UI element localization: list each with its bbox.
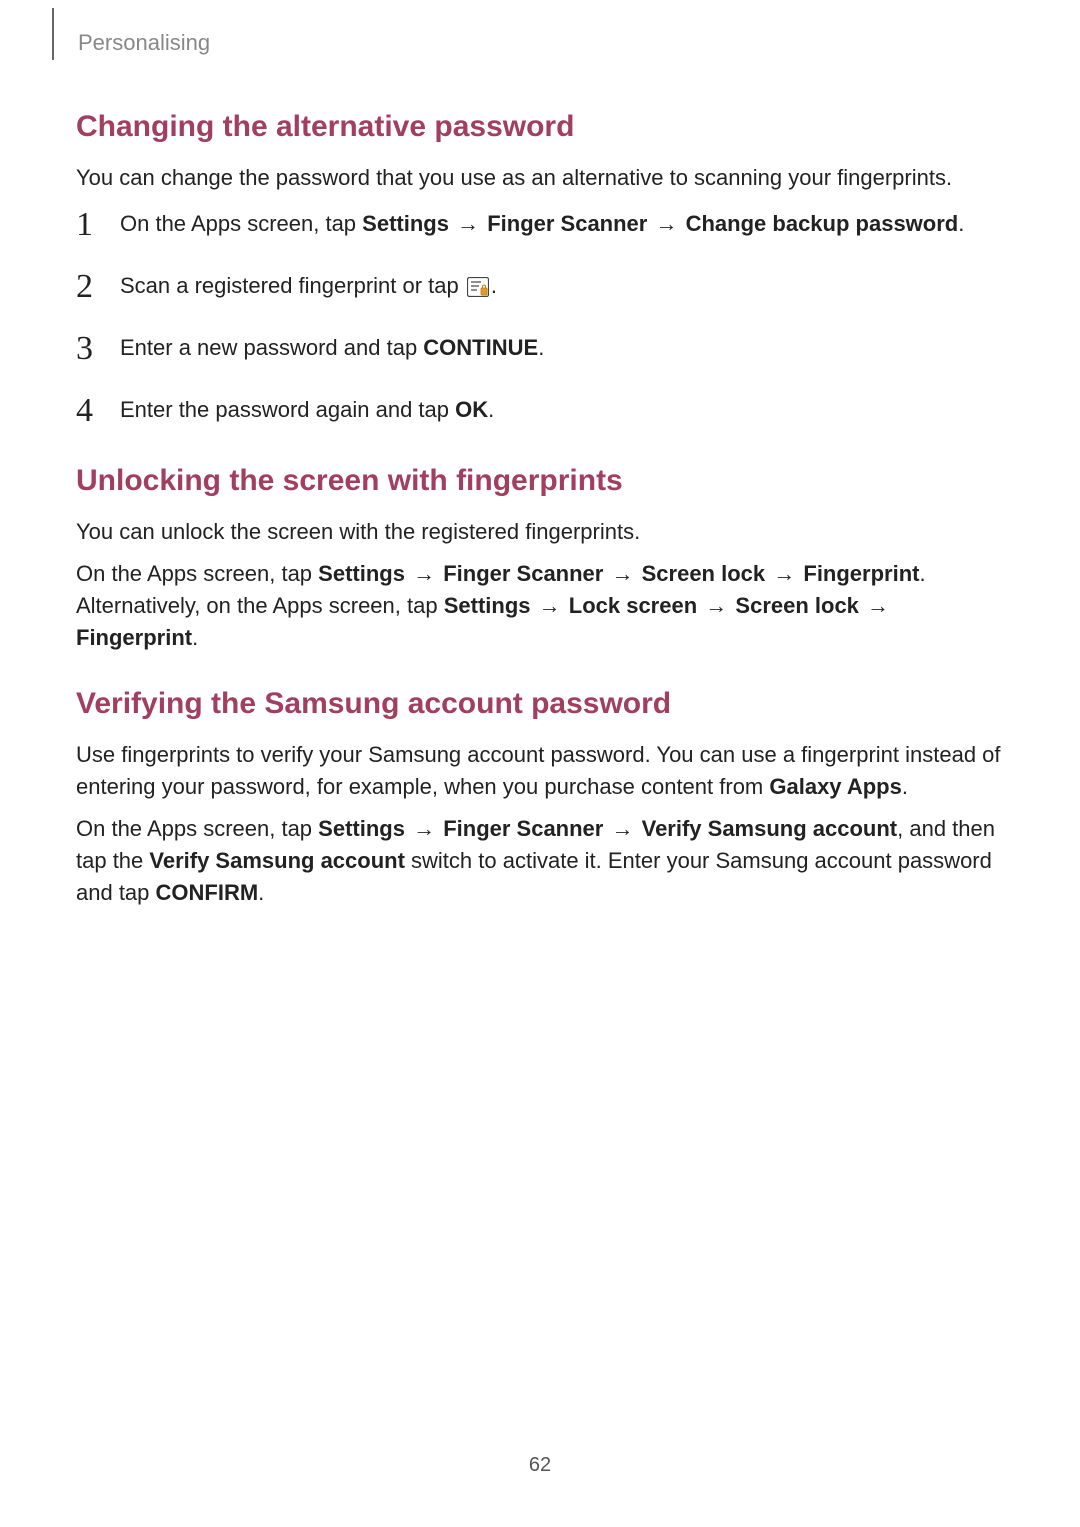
text: . [958,211,964,236]
page-number: 62 [0,1454,1080,1477]
header-breadcrumb: Personalising [52,8,210,60]
bold-galaxy-apps: Galaxy Apps [769,774,901,799]
text: . [902,774,908,799]
step-1-text: On the Apps screen, tap Settings → Finge… [120,211,964,236]
breadcrumb-text: Personalising [78,8,210,56]
step-4: 4 Enter the password again and tap OK. [76,394,1004,430]
text [697,593,703,618]
step-number: 2 [76,262,93,311]
text: . [538,335,544,360]
heading-changing-alt-password: Changing the alternative password [76,110,1004,144]
bold-change-backup-password: Change backup password [686,211,959,236]
text: Enter a new password and tap [120,335,423,360]
bold-confirm: CONFIRM [156,880,259,905]
arrow-icon: → [773,558,795,590]
bold-verify-samsung-account: Verify Samsung account [642,816,898,841]
arrow-icon: → [655,208,677,240]
step-2: 2 Scan a registered fingerprint or tap . [76,270,1004,306]
arrow-icon: → [611,813,633,845]
step-number: 1 [76,200,93,249]
text [603,816,609,841]
bold-finger-scanner: Finger Scanner [443,561,603,586]
text [405,561,411,586]
arrow-icon: → [539,590,561,622]
bold-settings: Settings [362,211,449,236]
step-3: 3 Enter a new password and tap CONTINUE. [76,332,1004,368]
text [531,593,537,618]
bold-fingerprint: Fingerprint [803,561,919,586]
bold-screen-lock: Screen lock [642,561,766,586]
step-list-alt-password: 1 On the Apps screen, tap Settings → Fin… [76,208,1004,430]
text: Scan a registered fingerprint or tap [120,273,465,298]
step-3-text: Enter a new password and tap CONTINUE. [120,335,544,360]
bold-lock-screen: Lock screen [569,593,697,618]
text: . [488,397,494,422]
p-unlock-intro: You can unlock the screen with the regis… [76,516,1004,548]
text: Enter the password again and tap [120,397,455,422]
arrow-icon: → [413,558,435,590]
bold-screen-lock: Screen lock [735,593,859,618]
text: On the Apps screen, tap [76,561,318,586]
page-content: Changing the alternative password You ca… [76,110,1004,919]
bold-settings: Settings [318,816,405,841]
bold-fingerprint: Fingerprint [76,625,192,650]
text [449,211,455,236]
p-verify-intro: Use fingerprints to verify your Samsung … [76,739,1004,803]
arrow-icon: → [611,558,633,590]
step-4-text: Enter the password again and tap OK. [120,397,494,422]
text: On the Apps screen, tap [76,816,318,841]
bold-finger-scanner: Finger Scanner [443,816,603,841]
text: . [491,273,497,298]
bold-continue: CONTINUE [423,335,538,360]
text: On the Apps screen, tap [120,211,362,236]
bold-finger-scanner: Finger Scanner [487,211,647,236]
step-number: 3 [76,324,93,373]
keyboard-lock-icon [467,274,489,306]
text [603,561,609,586]
step-2-text: Scan a registered fingerprint or tap . [120,273,497,298]
bold-settings: Settings [318,561,405,586]
heading-verify-samsung: Verifying the Samsung account password [76,687,1004,721]
arrow-icon: → [867,590,889,622]
arrow-icon: → [413,813,435,845]
bold-settings: Settings [444,593,531,618]
p-verify-instructions: On the Apps screen, tap Settings → Finge… [76,813,1004,909]
intro-changing-alt-password: You can change the password that you use… [76,162,1004,194]
p-unlock-instructions: On the Apps screen, tap Settings → Finge… [76,558,1004,654]
text: . [258,880,264,905]
header-rule [52,8,54,60]
step-1: 1 On the Apps screen, tap Settings → Fin… [76,208,1004,244]
bold-verify-samsung-account: Verify Samsung account [149,848,405,873]
text [859,593,865,618]
text: . [192,625,198,650]
text [647,211,653,236]
arrow-icon: → [457,208,479,240]
text [405,816,411,841]
bold-ok: OK [455,397,488,422]
arrow-icon: → [705,590,727,622]
text [765,561,771,586]
step-number: 4 [76,386,93,435]
heading-unlocking-fingerprints: Unlocking the screen with fingerprints [76,464,1004,498]
